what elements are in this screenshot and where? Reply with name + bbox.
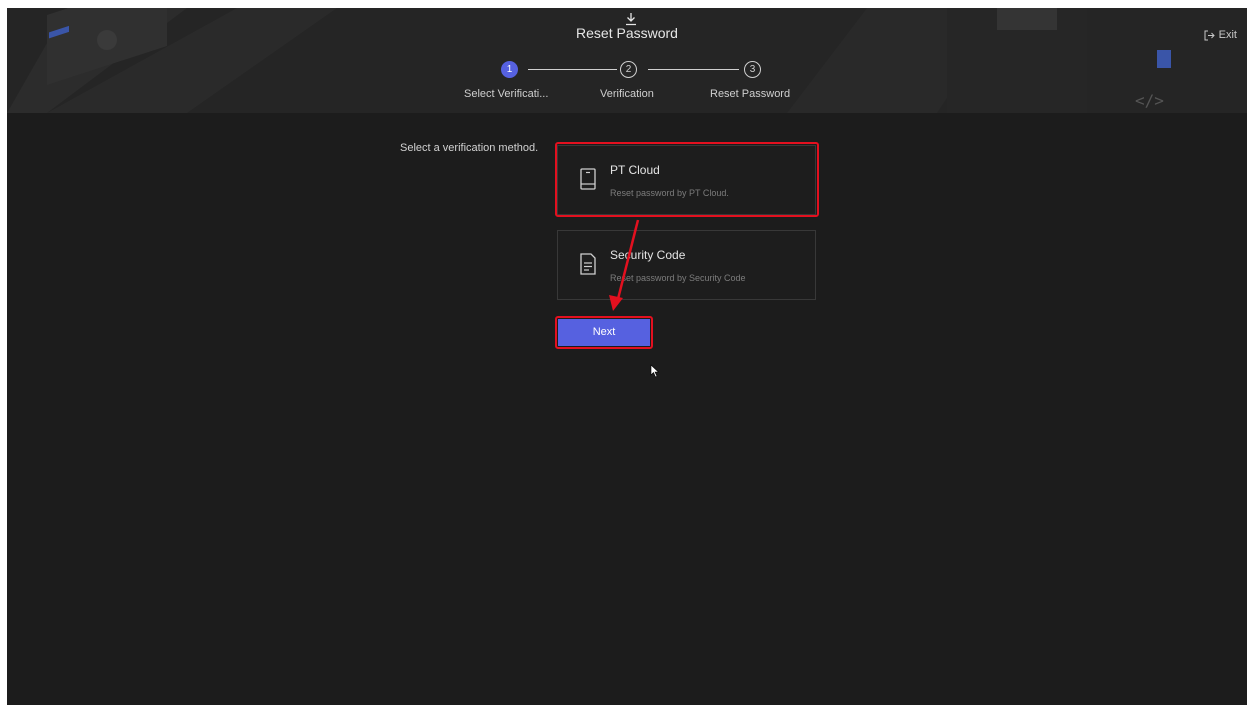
- security-code-title: Security Code: [610, 248, 686, 262]
- reset-password-screen: </> Reset Password Exit 1 2 3 Select Ver…: [7, 8, 1247, 705]
- exit-icon: [1204, 30, 1215, 40]
- security-code-description: Reset password by Security Code: [610, 273, 746, 283]
- exit-label: Exit: [1218, 29, 1237, 41]
- security-code-option[interactable]: Security Code Reset password by Security…: [557, 230, 816, 300]
- document-icon: [580, 253, 596, 275]
- download-icon[interactable]: [624, 12, 638, 26]
- svg-text:</>: </>: [1135, 91, 1164, 110]
- step-2-indicator: 2: [620, 61, 637, 78]
- verification-prompt: Select a verification method.: [400, 142, 539, 154]
- selection-highlight: [555, 142, 819, 217]
- step-2-label: Verification: [600, 88, 654, 100]
- exit-button[interactable]: Exit: [1204, 29, 1237, 41]
- step-connector-2: [648, 69, 739, 70]
- step-1-indicator: 1: [501, 61, 518, 78]
- step-3-label: Reset Password: [710, 88, 791, 100]
- step-1-label: Select Verificati...: [464, 88, 549, 100]
- header-banner: </> Reset Password Exit 1 2 3 Select Ver…: [7, 8, 1247, 113]
- page-title: Reset Password: [576, 25, 678, 41]
- next-button-highlight: [555, 316, 653, 349]
- mouse-cursor-icon: [650, 364, 660, 378]
- step-3-indicator: 3: [744, 61, 761, 78]
- step-connector-1: [528, 69, 617, 70]
